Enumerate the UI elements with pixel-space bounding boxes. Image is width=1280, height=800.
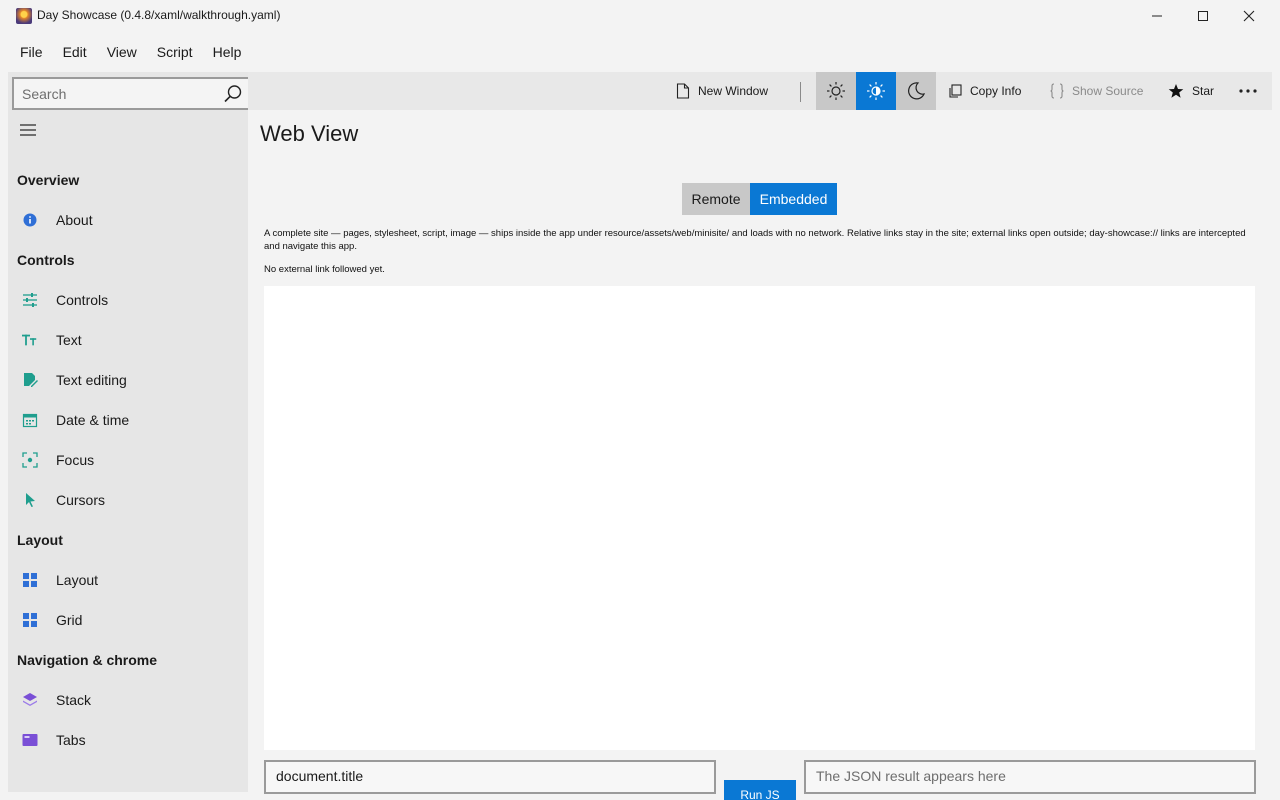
new-window-label: New Window xyxy=(698,84,769,98)
window-title: Day Showcase (0.4.8/xaml/walkthrough.yam… xyxy=(37,8,281,22)
status-text: No external link followed yet. xyxy=(264,264,385,275)
app-logo-icon xyxy=(16,8,32,24)
contrast-sun-icon xyxy=(867,82,885,100)
sidebar-item-label: Tabs xyxy=(56,732,86,748)
cursor-icon xyxy=(22,492,38,508)
search-input[interactable] xyxy=(22,85,212,103)
show-source-button[interactable]: Show Source xyxy=(1050,72,1143,110)
run-js-button[interactable]: Run JS xyxy=(724,780,796,800)
tabs-icon xyxy=(22,732,38,748)
sidebar-item-label: Controls xyxy=(56,292,109,308)
nav-header-overview: Overview xyxy=(17,172,80,188)
main-content: Web View Remote Embedded A complete site… xyxy=(248,110,1272,800)
sidebar-item-label: About xyxy=(56,212,93,228)
toolbar-divider xyxy=(800,82,801,102)
sidebar-item-layout[interactable]: Layout xyxy=(8,560,248,600)
search-icon[interactable] xyxy=(223,84,243,104)
toolbar: New Window Copy Info Show Source Star xyxy=(248,72,1272,110)
sidebar-item-tabs[interactable]: Tabs xyxy=(8,720,248,760)
title-bar: Day Showcase (0.4.8/xaml/walkthrough.yam… xyxy=(0,0,1280,32)
show-source-label: Show Source xyxy=(1072,84,1144,98)
theme-light-button[interactable] xyxy=(816,72,856,110)
sidebar-item-label: Grid xyxy=(56,612,83,628)
theme-high-contrast-button[interactable] xyxy=(856,72,896,110)
focus-icon xyxy=(22,452,38,468)
stack-icon xyxy=(22,692,38,708)
sidebar: Overview About Controls Controls Text Te… xyxy=(8,72,251,792)
page-title: Web View xyxy=(260,121,359,146)
search-box xyxy=(12,77,251,110)
sidebar-item-label: Text editing xyxy=(56,372,127,388)
sidebar-item-date-time[interactable]: Date & time xyxy=(8,400,248,440)
minimize-button[interactable] xyxy=(1134,0,1180,32)
theme-dark-button[interactable] xyxy=(896,72,936,110)
maximize-button[interactable] xyxy=(1180,0,1226,32)
sidebar-item-stack[interactable]: Stack xyxy=(8,680,248,720)
text-size-icon xyxy=(22,332,38,348)
sidebar-item-label: Text xyxy=(56,332,82,348)
layout-grid-icon xyxy=(22,572,38,588)
new-document-icon xyxy=(676,83,690,99)
sidebar-item-about[interactable]: About xyxy=(8,200,248,240)
edit-document-icon xyxy=(22,372,38,388)
copy-icon xyxy=(949,84,962,98)
menu-help[interactable]: Help xyxy=(203,38,252,66)
menu-bar: File Edit View Script Help xyxy=(0,36,251,68)
description-text: A complete site — pages, stylesheet, scr… xyxy=(264,228,1246,252)
close-icon xyxy=(1243,10,1255,22)
new-window-button[interactable]: New Window xyxy=(676,72,768,110)
menu-script[interactable]: Script xyxy=(147,38,203,66)
menu-edit[interactable]: Edit xyxy=(53,38,97,66)
nav-header-layout: Layout xyxy=(17,532,63,548)
more-options-button[interactable] xyxy=(1238,72,1266,110)
result-field[interactable]: The JSON result appears here xyxy=(804,760,1256,794)
copy-info-label: Copy Info xyxy=(970,84,1022,98)
nav-header-navigation-chrome: Navigation & chrome xyxy=(17,652,158,668)
menu-file[interactable]: File xyxy=(10,38,53,66)
web-view-frame[interactable] xyxy=(264,286,1255,750)
sidebar-item-text[interactable]: Text xyxy=(8,320,248,360)
sliders-icon xyxy=(22,292,38,308)
menu-view[interactable]: View xyxy=(97,38,147,66)
expression-input[interactable]: document.title xyxy=(264,760,716,794)
sidebar-item-label: Layout xyxy=(56,572,99,588)
star-label: Star xyxy=(1192,84,1215,98)
sidebar-item-label: Date & time xyxy=(56,412,130,428)
sidebar-item-label: Focus xyxy=(56,452,95,468)
minimize-icon xyxy=(1152,15,1162,17)
calendar-icon xyxy=(22,412,38,428)
segment-embedded[interactable]: Embedded xyxy=(750,183,837,215)
sidebar-item-focus[interactable]: Focus xyxy=(8,440,248,480)
sidebar-item-label: Cursors xyxy=(56,492,106,508)
sidebar-item-text-editing[interactable]: Text editing xyxy=(8,360,248,400)
segment-remote[interactable]: Remote xyxy=(682,183,750,215)
close-button[interactable] xyxy=(1226,0,1272,32)
nav-header-controls: Controls xyxy=(17,252,75,268)
star-icon xyxy=(1168,84,1184,98)
sun-icon xyxy=(827,82,845,100)
info-icon xyxy=(22,212,38,228)
sidebar-item-grid[interactable]: Grid xyxy=(8,600,248,640)
moon-icon xyxy=(908,82,926,100)
maximize-icon xyxy=(1198,11,1208,21)
copy-info-button[interactable]: Copy Info xyxy=(948,72,1021,110)
sidebar-item-controls[interactable]: Controls xyxy=(8,280,248,320)
braces-icon xyxy=(1050,83,1064,99)
hamburger-menu-icon[interactable] xyxy=(19,122,37,138)
star-button[interactable]: Star xyxy=(1168,72,1214,110)
grid-icon xyxy=(22,612,38,628)
more-icon xyxy=(1239,89,1257,93)
sidebar-item-cursors[interactable]: Cursors xyxy=(8,480,248,520)
sidebar-item-label: Stack xyxy=(56,692,92,708)
